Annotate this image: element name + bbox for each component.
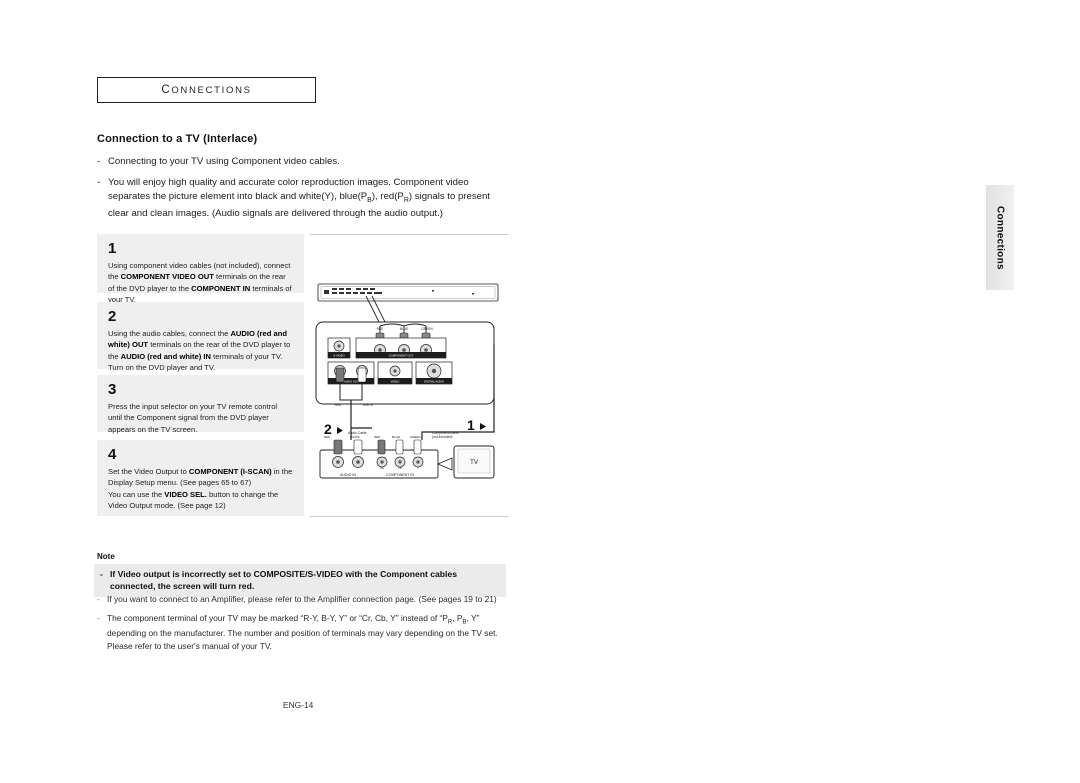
dash-marker: - bbox=[97, 594, 100, 604]
step-text: Using component video cables (not includ… bbox=[108, 260, 292, 305]
note-highlight-text: If Video output is incorrectly set to CO… bbox=[110, 569, 457, 592]
label-red: RED bbox=[377, 327, 384, 331]
note-item-text: The component terminal of your TV may be… bbox=[107, 612, 498, 651]
chapter-header-left: Connections bbox=[97, 77, 316, 103]
svg-text:WHITE: WHITE bbox=[363, 403, 373, 407]
callout-1: 1 bbox=[467, 417, 475, 433]
audio-in-label: AUDIO IN bbox=[340, 473, 356, 477]
step-text: Set the Video Output to COMPONENT (I-SCA… bbox=[108, 466, 293, 511]
step-number: 4 bbox=[108, 446, 117, 463]
tv-label: TV bbox=[470, 460, 478, 466]
step-number: 1 bbox=[108, 240, 117, 257]
note-highlight-left: - If Video output is incorrectly set to … bbox=[94, 564, 506, 597]
intro-list-left: - Connecting to your TV using Component … bbox=[97, 155, 507, 228]
step-number: 2 bbox=[108, 308, 117, 325]
dash-marker: - bbox=[97, 177, 101, 189]
svg-text:DIGITAL AUDIO: DIGITAL AUDIO bbox=[424, 379, 445, 383]
dash-marker: - bbox=[97, 612, 100, 623]
page-number-left: ENG-14 bbox=[283, 700, 314, 710]
note-item-text: If you want to connect to an Amplifier, … bbox=[107, 594, 497, 604]
rule-top-left bbox=[310, 234, 508, 235]
chapter-title: Connections bbox=[161, 84, 252, 96]
note-list-left: - If you want to connect to an Amplifier… bbox=[97, 593, 507, 659]
svg-text:PB: PB bbox=[398, 466, 402, 470]
manual-spread: Connections Connection to a TV (Interlac… bbox=[0, 0, 1080, 783]
dash-marker: - bbox=[97, 156, 101, 167]
svg-text:WHITE: WHITE bbox=[350, 435, 360, 439]
svg-text:PR: PR bbox=[380, 466, 384, 470]
label-green: GREEN bbox=[421, 327, 433, 331]
component-in-label: COMPONENT IN bbox=[386, 473, 414, 477]
page-left: Connections Connection to a TV (Interlac… bbox=[0, 0, 540, 783]
note-item: - If you want to connect to an Amplifier… bbox=[97, 593, 507, 606]
svg-text:S-VIDEO: S-VIDEO bbox=[333, 353, 345, 357]
step-text: Using the audio cables, connect the AUDI… bbox=[108, 328, 291, 373]
page-right: Connections Connection to a TV (Progress… bbox=[540, 0, 1080, 783]
dash-marker: - bbox=[100, 569, 103, 579]
side-tab-label: Connections bbox=[994, 205, 1006, 270]
svg-text:GREEN: GREEN bbox=[410, 435, 421, 439]
svg-text:COMPONENT OUT: COMPONENT OUT bbox=[389, 353, 414, 357]
step-number: 3 bbox=[108, 381, 117, 398]
intro-text: You will enjoy high quality and accurate… bbox=[108, 177, 490, 219]
diagram-svg: RED BLUE GREEN S-VIDEO COMPONENT OUT AUD… bbox=[315, 283, 499, 479]
note-item: - The component terminal of your TV may … bbox=[97, 612, 507, 653]
svg-text:VIDEO: VIDEO bbox=[391, 379, 401, 383]
page-title-left: Connection to a TV (Interlace) bbox=[97, 133, 258, 145]
svg-text:AUDIO OUT: AUDIO OUT bbox=[343, 379, 359, 383]
intro-text: Connecting to your TV using Component vi… bbox=[108, 156, 340, 167]
step-3-left: 3 Press the input selector on your TV re… bbox=[97, 375, 304, 434]
label-blue: BLUE bbox=[400, 327, 408, 331]
step-text: Press the input selector on your TV remo… bbox=[108, 401, 278, 434]
svg-text:BLUE: BLUE bbox=[392, 435, 400, 439]
intro-bullet: - Connecting to your TV using Component … bbox=[97, 155, 507, 169]
svg-text:RED: RED bbox=[335, 403, 342, 407]
svg-text:RED: RED bbox=[374, 435, 381, 439]
connection-diagram-left: RED BLUE GREEN S-VIDEO COMPONENT OUT AUD… bbox=[312, 282, 508, 482]
rule-bottom-left bbox=[310, 516, 508, 517]
svg-text:RED: RED bbox=[324, 435, 331, 439]
intro-bullet: - You will enjoy high quality and accura… bbox=[97, 176, 507, 221]
step-4-left: 4 Set the Video Output to COMPONENT (I-S… bbox=[97, 440, 304, 516]
svg-text:Y: Y bbox=[417, 466, 419, 470]
note-label-left: Note bbox=[97, 552, 115, 561]
side-tab-connections: Connections bbox=[986, 185, 1014, 290]
step-2-left: 2 Using the audio cables, connect the AU… bbox=[97, 302, 304, 372]
step-1-left: 1 Using component video cables (not incl… bbox=[97, 234, 304, 304]
component-cable-label2: (not included) bbox=[432, 435, 453, 439]
